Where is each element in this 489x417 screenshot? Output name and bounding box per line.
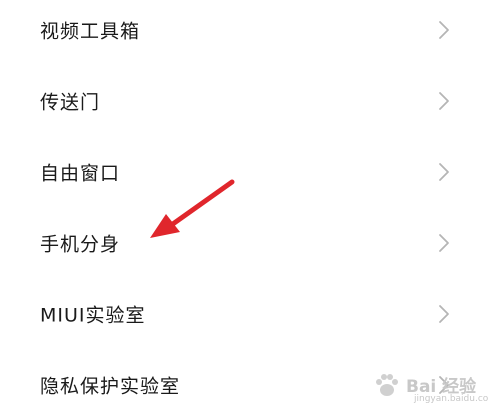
- paw-icon: [376, 374, 398, 396]
- settings-item-video-toolbox[interactable]: 视频工具箱: [0, 0, 489, 60]
- settings-list: 视频工具箱 传送门 自由窗口 手机分身 MIUI实验室 隐私保护实验室 Bai …: [0, 0, 489, 417]
- settings-item-label: 隐私保护实验室: [40, 375, 181, 398]
- watermark-logo: Bai 经验 jingyan.baidu.com: [368, 364, 489, 410]
- settings-item-second-space[interactable]: 手机分身: [0, 213, 489, 273]
- chevron-right-icon: [439, 305, 449, 323]
- settings-item-miui-lab[interactable]: MIUI实验室: [0, 284, 489, 344]
- settings-item-label: 手机分身: [40, 233, 121, 256]
- chevron-right-icon: [439, 21, 449, 39]
- settings-item-portal[interactable]: 传送门: [0, 71, 489, 131]
- chevron-right-icon: [439, 92, 449, 110]
- settings-item-label: MIUI实验室: [40, 304, 146, 327]
- settings-item-label: 视频工具箱: [40, 20, 141, 43]
- settings-item-free-window[interactable]: 自由窗口: [0, 142, 489, 202]
- watermark-subtext: jingyan.baidu.com: [414, 394, 489, 404]
- settings-item-label: 传送门: [40, 91, 101, 114]
- chevron-right-icon: [439, 234, 449, 252]
- settings-item-label: 自由窗口: [40, 162, 121, 185]
- chevron-right-icon: [439, 163, 449, 181]
